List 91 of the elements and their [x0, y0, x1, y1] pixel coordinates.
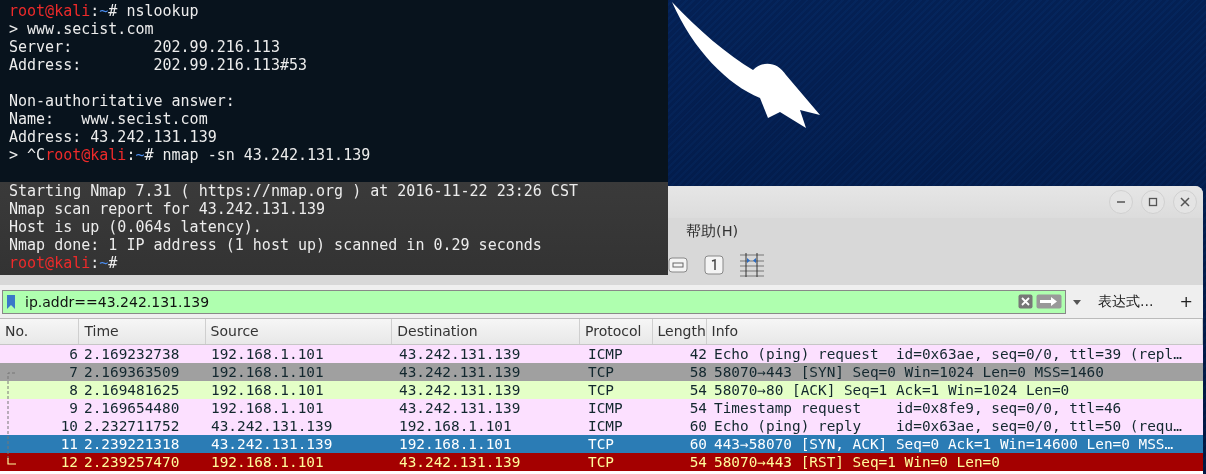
table-cell-text: 43.242.131.139 [398, 453, 522, 471]
bookmark-icon[interactable] [6, 293, 16, 310]
terminal-line: Name: www.secist.com [9, 110, 208, 128]
table-cell-text: ICMP [587, 345, 624, 363]
table-cell-text: 58070→80 [ACK] Seq=1 Ack=1 Win=1024 Len=0 [713, 381, 1071, 399]
table-cell-text: 10 [59, 417, 79, 435]
table-cell-text: 58 [688, 363, 708, 381]
packet-row[interactable]: 10 2.232711752 43.242.131.139 192.168.1.101 ICMP 60 Echo (ping) reply id=0x63ae, seq=0/0, ttl=50 (requ… [0, 417, 1203, 435]
display-filter-field[interactable]: ip.addr==43.242.131.139 [2, 289, 1067, 314]
column-resize-icon[interactable] [740, 253, 764, 277]
table-cell-text: 58070→443 [SYN] Seq=0 Win=1024 Len=0 MSS=1460 [713, 363, 1105, 381]
maximize-button[interactable] [1141, 190, 1165, 214]
table-cell-text: 2.169363509 [83, 363, 181, 381]
table-cell-text: 192.168.1.101 [210, 453, 325, 471]
column-header[interactable]: Info [706, 319, 1203, 344]
table-cell-text: 2.169481625 [83, 381, 181, 399]
terminal-line: > ^C root@kali:~# nmap -sn 43.242.131.139 [9, 146, 371, 164]
table-cell-text: 192.168.1.101 [398, 435, 513, 453]
table-cell-text: 6 [68, 345, 79, 363]
terminal-line: Host is up (0.064s latency). [9, 218, 262, 236]
table-cell-text: 43.242.131.139 [398, 345, 522, 363]
terminal-line: Address: 202.99.216.113#53 [9, 56, 307, 74]
table-cell-text: ICMP [587, 399, 624, 417]
table-cell-text: 443→58070 [SYN, ACK] Seq=0 Ack=1 Win=14600 Len=0 MSS… [713, 435, 1175, 453]
column-header[interactable]: No. [0, 319, 80, 344]
table-cell-text: 2.169232738 [83, 345, 181, 363]
packet-row[interactable]: 11 2.239221318 43.242.131.139 192.168.1.101 TCP 60 443→58070 [SYN, ACK] Seq=0 Ack=1 Win=14600 Len=0 MSS… [0, 435, 1203, 453]
terminal-line: Starting Nmap 7.31 ( https://nmap.org ) at 2016-11-22 23:26 CST [9, 182, 578, 200]
terminal-line: root@kali:~# [9, 254, 118, 272]
table-cell-text: 43.242.131.139 [398, 381, 522, 399]
clear-icon[interactable] [1018, 294, 1034, 309]
packet-row[interactable]: 6 2.169232738 192.168.1.101 43.242.131.139 ICMP 42 Echo (ping) request id=0x63ae, seq=0/0, ttl=39 (repl… [0, 345, 1203, 363]
table-cell-text: 7 [68, 363, 79, 381]
zoom-normal-icon[interactable] [668, 255, 688, 275]
column-header[interactable]: Length [652, 319, 707, 344]
packet-row[interactable]: 9 2.169654480 192.168.1.101 43.242.131.139 ICMP 54 Timestamp request id=0x8fe9, seq=0/0, ttl=46 [0, 399, 1203, 417]
packet-row[interactable]: 8 2.169481625 192.168.1.101 43.242.131.139 TCP 54 58070→80 [ACK] Seq=1 Ack=1 Win=1024 Len=0 [0, 381, 1203, 399]
table-cell-text: 192.168.1.101 [210, 345, 325, 363]
maximize-icon[interactable] [1147, 196, 1159, 208]
table-cell-text: 60 [688, 435, 708, 453]
table-cell-text: 192.168.1.101 [210, 363, 325, 381]
packet-row[interactable]: 12 2.239257470 192.168.1.101 43.242.131.139 TCP 54 58070→443 [RST] Seq=1 Win=0 Len=0 [0, 453, 1203, 471]
table-cell-text: 2.169654480 [83, 399, 181, 417]
table-cell-text: 12 [59, 453, 79, 471]
expression-button[interactable]: 表达式… [1094, 292, 1158, 311]
add-filter-button[interactable]: + [1173, 292, 1199, 311]
table-cell-text: 192.168.1.101 [210, 381, 325, 399]
table-cell-text: 43.242.131.139 [210, 435, 334, 453]
table-cell-text: 192.168.1.101 [210, 399, 325, 417]
table-cell-text: TCP [587, 435, 615, 453]
table-cell-text: 2.232711752 [83, 417, 181, 435]
terminal-line: Address: 43.242.131.139 [9, 128, 217, 146]
menu-item[interactable]: 帮助(H) [686, 222, 739, 241]
table-cell-text: 2.239257470 [83, 453, 181, 471]
one-key-icon[interactable] [704, 255, 724, 275]
table-cell-text: 42 [688, 345, 708, 363]
close-icon[interactable] [1179, 196, 1191, 208]
table-cell-text: 11 [59, 435, 79, 453]
column-header[interactable]: Protocol [580, 319, 653, 344]
table-cell-text: TCP [587, 363, 615, 381]
caret-icon[interactable] [1072, 297, 1083, 306]
terminal-line: Server: 202.99.216.113 [9, 38, 280, 56]
table-cell-text: 9 [68, 399, 79, 417]
table-cell-text: TCP [587, 381, 615, 399]
table-cell-text: 43.242.131.139 [398, 363, 522, 381]
terminal-line: root@kali:~# nslookup [9, 2, 199, 20]
table-cell-text: 43.242.131.139 [210, 417, 334, 435]
table-cell-text: ICMP [587, 417, 624, 435]
table-cell-text: Timestamp request id=0x8fe9, seq=0/0, ttl=46 [713, 399, 1123, 417]
table-cell-text: Echo (ping) reply id=0x63ae, seq=0/0, ttl=50 (requ… [713, 417, 1183, 435]
column-header[interactable]: Destination [392, 319, 580, 344]
table-cell-text: 43.242.131.139 [398, 399, 522, 417]
column-header[interactable]: Time [79, 319, 206, 344]
table-cell-text: 60 [688, 417, 708, 435]
terminal-line: Nmap done: 1 IP address (1 host up) scanned in 0.29 seconds [9, 236, 542, 254]
column-header[interactable]: Source [205, 319, 393, 344]
close-button[interactable] [1173, 190, 1197, 214]
terminal-line: Nmap scan report for 43.242.131.139 [9, 200, 326, 218]
table-cell-text: 8 [68, 381, 79, 399]
minimize-button[interactable] [1109, 190, 1133, 214]
table-cell-text: TCP [587, 453, 615, 471]
table-cell-text: Echo (ping) request id=0x63ae, seq=0/0, ttl=39 (repl… [713, 345, 1183, 363]
table-cell-text: 2.239221318 [83, 435, 181, 453]
table-cell-text: 58070→443 [RST] Seq=1 Win=0 Len=0 [713, 453, 1001, 471]
table-cell-text: 54 [688, 453, 708, 471]
terminal-line: Non-authoritative answer: [9, 92, 235, 110]
table-cell-text: 54 [688, 399, 708, 417]
table-cell-text: 54 [688, 381, 708, 399]
terminal-line: > www.secist.com [9, 20, 154, 38]
table-cell-text: 192.168.1.101 [398, 417, 513, 435]
packet-row[interactable]: 7 2.169363509 192.168.1.101 43.242.131.139 TCP 58 58070→443 [SYN] Seq=0 Win=1024 Len=0 MSS=1460 [0, 363, 1203, 381]
